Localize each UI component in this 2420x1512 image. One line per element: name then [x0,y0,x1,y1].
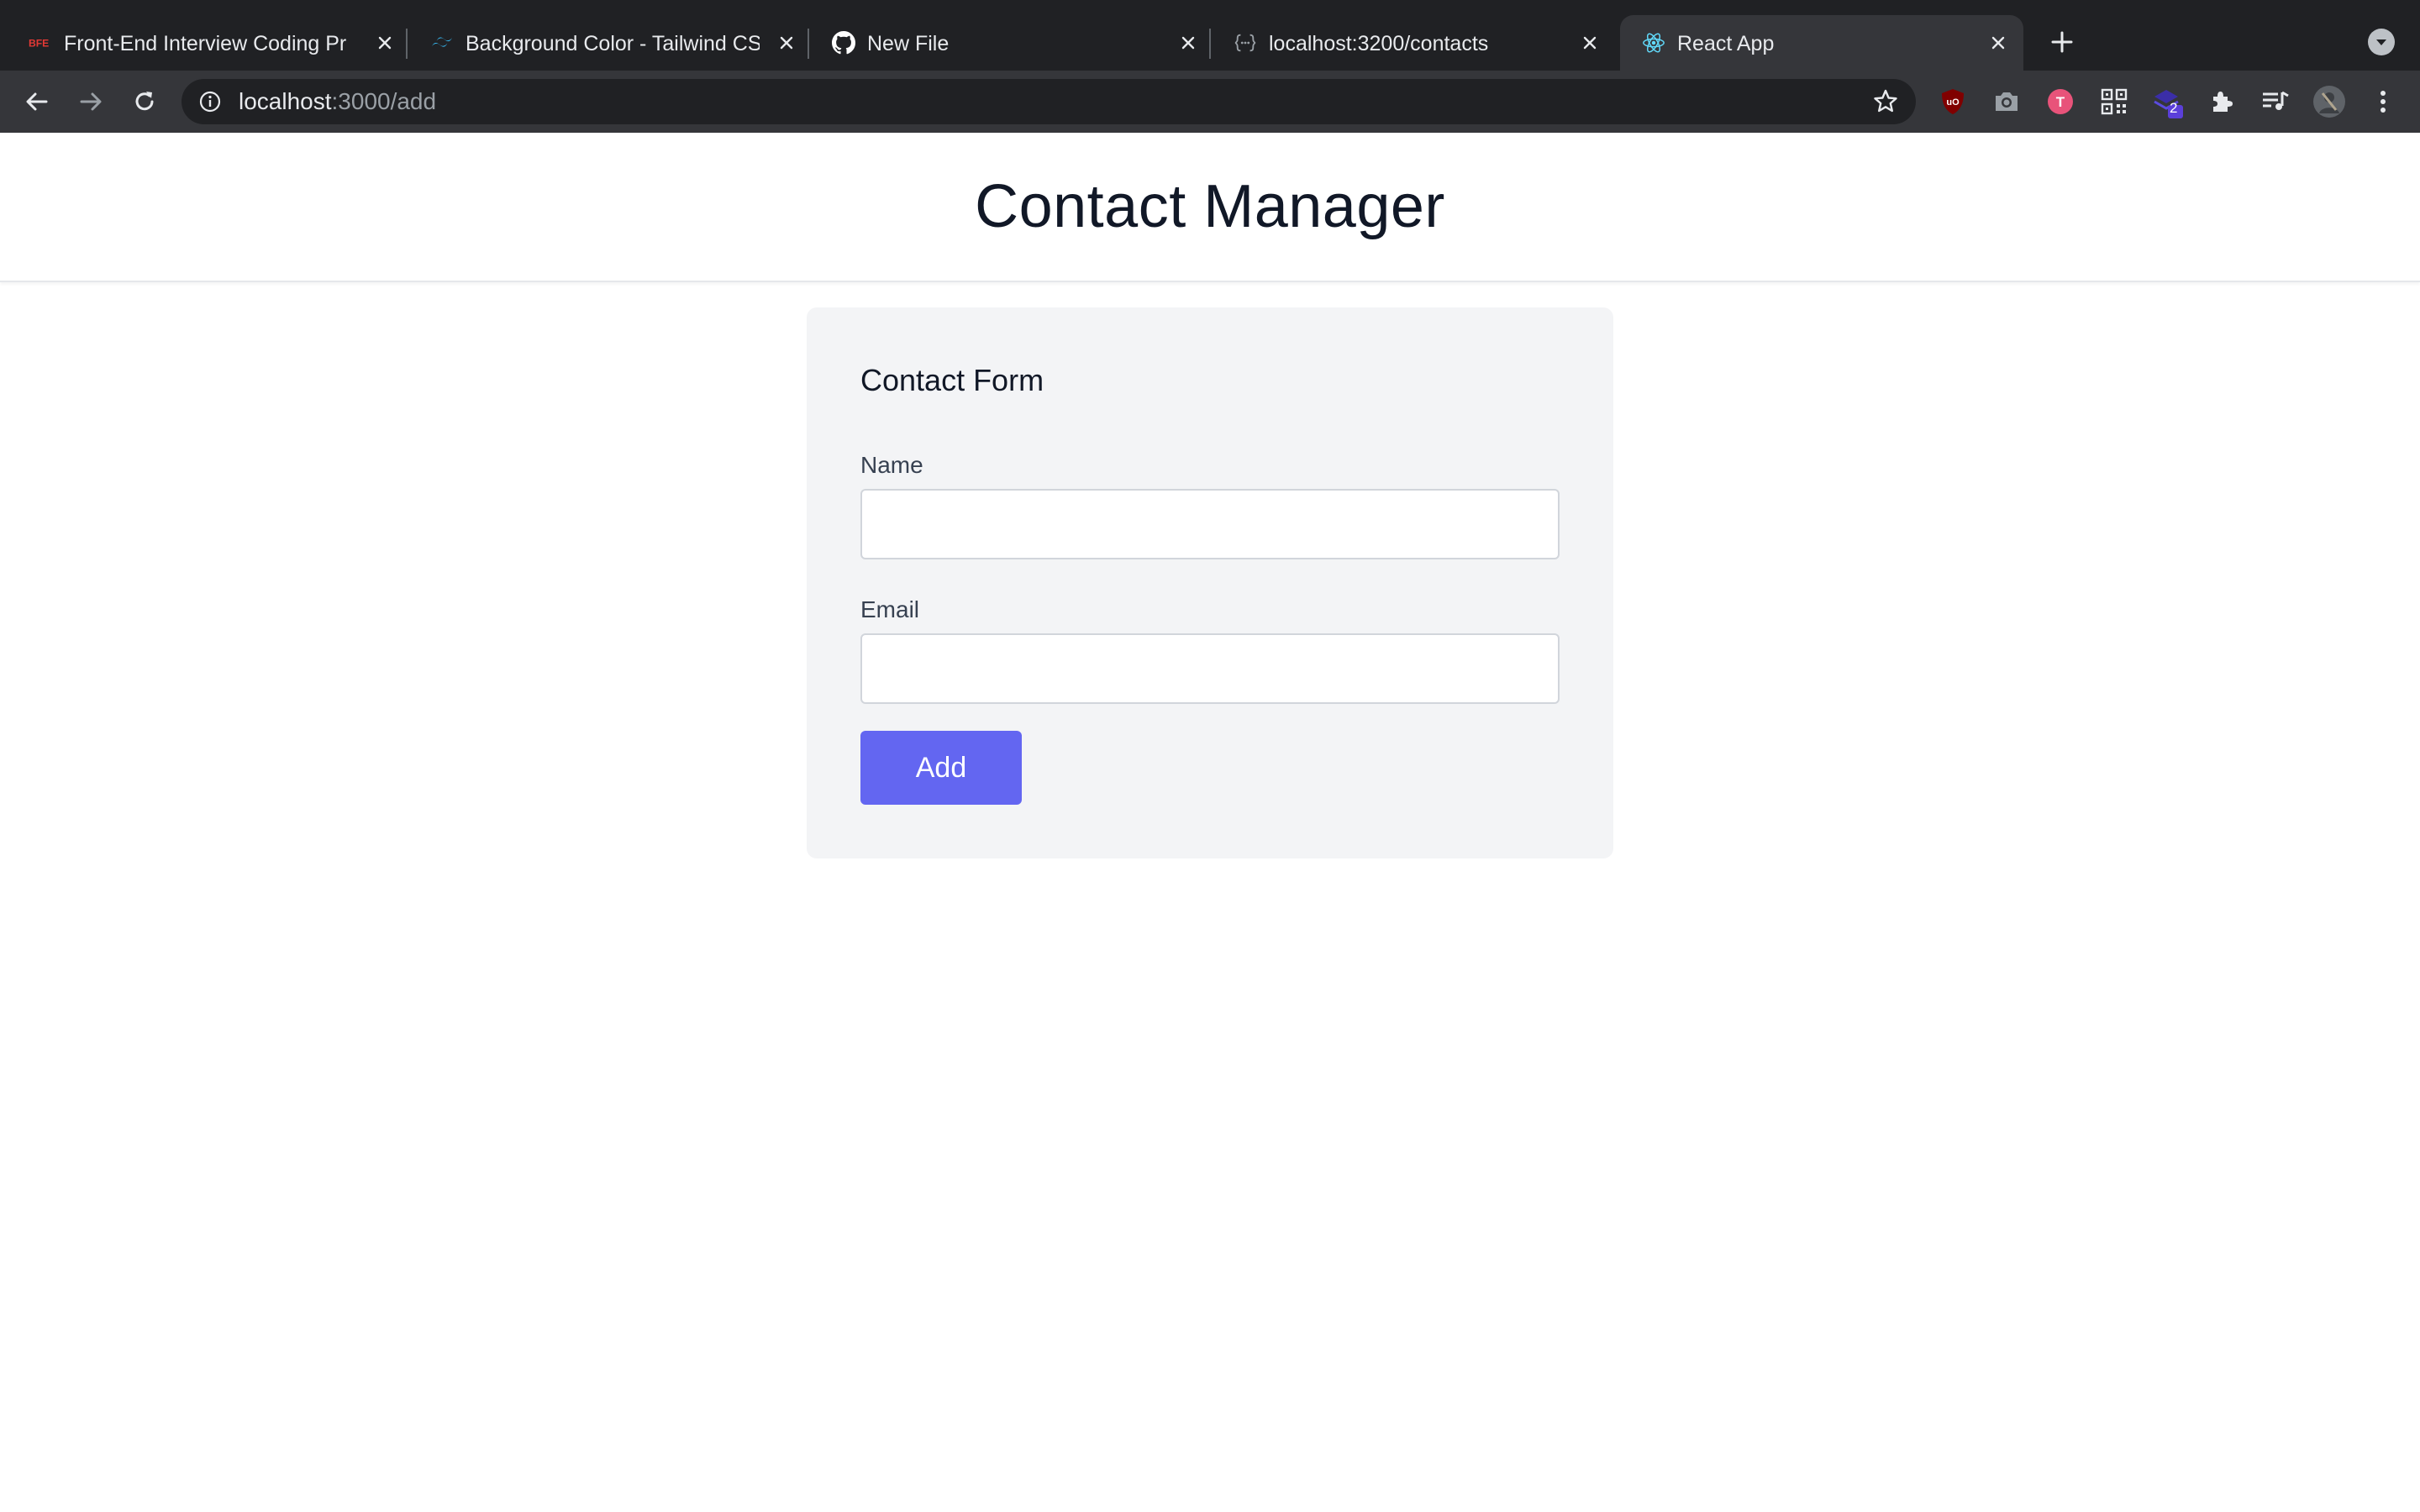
ublock-icon[interactable]: uO [1936,85,1970,118]
add-button[interactable]: Add [860,731,1022,805]
close-icon[interactable] [1985,29,2012,56]
github-logo-icon [832,31,855,55]
tab-title: Background Color - Tailwind CS [466,32,760,55]
tab-title: New File [867,32,950,55]
svg-text:T: T [2056,94,2065,110]
tab-title: Front-End Interview Coding Pr [64,32,347,55]
form-heading: Contact Form [860,363,1044,397]
address-url: localhost:3000/add [239,79,436,124]
close-icon[interactable] [1576,29,1603,56]
close-icon[interactable] [371,29,398,56]
more-menu-icon[interactable] [2366,85,2400,118]
tailwind-logo-icon [430,31,454,55]
tab-react-app[interactable]: React App [1620,15,2023,71]
tab-github[interactable]: New File [810,15,1211,71]
forward-arrow-icon[interactable] [71,81,111,122]
tab-tailwind[interactable]: Background Color - Tailwind CS [408,15,809,71]
name-input[interactable] [860,489,1560,559]
address-bar[interactable]: localhost:3000/add [182,79,1916,124]
bookmark-star-icon[interactable] [1872,88,1899,115]
camera-icon[interactable] [1990,85,2023,118]
react-logo-icon [1642,31,1665,55]
json-bracket-icon [1234,31,1257,55]
email-label: Email [860,596,920,622]
tab-search-dropdown-icon[interactable] [2368,29,2395,55]
back-arrow-icon[interactable] [17,81,57,122]
browser-toolbar: localhost:3000/add uO T 2 [0,71,2420,133]
t-badge-icon[interactable]: T [2044,85,2077,118]
extension-badge-count: 2 [2170,100,2178,116]
tab-separator [406,29,408,59]
media-queue-icon[interactable] [2259,85,2292,118]
page-header: Contact Manager [0,133,2420,282]
reload-icon[interactable] [124,81,165,122]
browser-tab-strip: BFE Front-End Interview Coding Pr Backgr… [0,0,2420,71]
tab-localhost-contacts[interactable]: localhost:3200/contacts [1212,15,1612,71]
contact-form-card: Contact Form Name Email Add [807,307,1613,858]
url-host: localhost [239,88,332,114]
new-tab-icon[interactable] [2045,25,2079,59]
tab-title: localhost:3200/contacts [1269,32,1489,55]
svg-text:uO: uO [1946,97,1960,108]
qr-code-icon[interactable] [2097,85,2131,118]
tab-separator [808,29,809,59]
close-icon[interactable] [773,29,800,56]
page-title: Contact Manager [975,173,1445,240]
name-label: Name [860,452,923,478]
site-info-icon[interactable] [198,90,222,113]
puzzle-icon[interactable] [2205,85,2238,118]
email-input[interactable] [860,633,1560,704]
url-path: :3000/add [331,88,437,114]
close-icon[interactable] [1175,29,1202,56]
tab-bfe[interactable]: BFE Front-End Interview Coding Pr [7,15,408,71]
svg-text:BFE: BFE [29,38,49,50]
tab-title: React App [1677,32,1775,55]
bfe-logo-icon: BFE [29,31,52,55]
stack-badge-icon[interactable]: 2 [2151,85,2185,118]
profile-avatar-icon[interactable] [2312,85,2346,118]
tab-separator [1209,29,1211,59]
